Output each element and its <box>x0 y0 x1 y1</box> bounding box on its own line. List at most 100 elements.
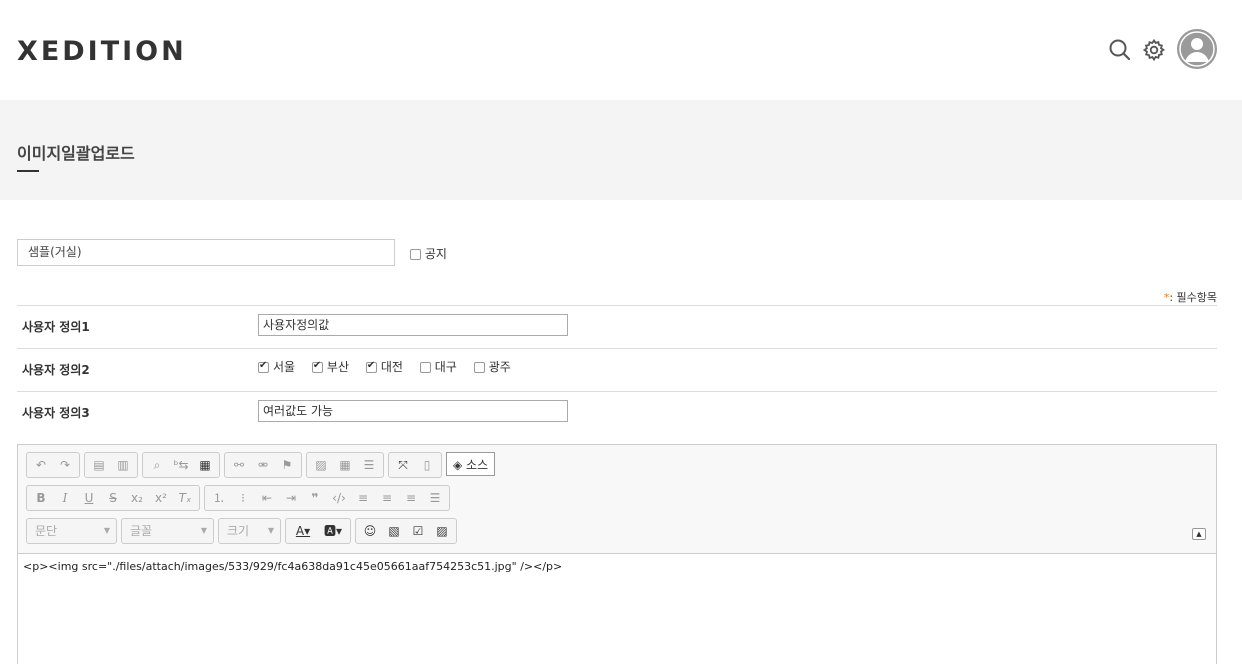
undo-icon[interactable]: ↶ <box>29 453 53 477</box>
div-icon[interactable]: ‹/› <box>327 486 351 510</box>
format-combo[interactable]: 문단 ▼ <box>26 518 117 544</box>
outdent-icon[interactable]: ⇤ <box>255 486 279 510</box>
align-right-icon[interactable]: ≡ <box>399 486 423 510</box>
search-icon[interactable] <box>1108 38 1132 62</box>
find-group: ⌕ ᵇ⇆ ▦ <box>142 452 220 478</box>
source-icon: ◈ <box>453 458 467 472</box>
size-combo[interactable]: 크기 ▼ <box>218 518 281 544</box>
background-color-icon[interactable]: 🅰▾ <box>318 519 348 543</box>
checkbox-icon[interactable]: ☑ <box>406 519 430 543</box>
rich-text-editor: ↶ ↷ ▤ ▥ ⌕ ᵇ⇆ ▦ ⚯ ⚮ ⚑ ▨ ▦ ☰ ⤧ ▯ ◈ 소스 B I U Sx₂ x² Tₓ ⒈ ⁝… <box>17 444 1217 664</box>
option-daegu-checkbox[interactable] <box>419 362 431 373</box>
option-seoul-checkbox[interactable] <box>258 360 269 373</box>
image-icon[interactable]: ▨ <box>309 453 333 477</box>
custom-field-2-options: 서울 부산 대전 대구 광주 <box>258 358 524 375</box>
custom-field-1-label: 사용자 정의1 <box>22 320 90 334</box>
text-color-icon[interactable]: A▾ <box>288 519 318 543</box>
clipboard-group: ▤ ▥ <box>84 452 138 478</box>
option-gwangju-checkbox[interactable] <box>473 362 485 373</box>
custom-field-3-label: 사용자 정의3 <box>22 406 90 420</box>
source-button[interactable]: ◈ 소스 <box>446 452 496 476</box>
chevron-down-icon: ▼ <box>267 526 274 535</box>
page-title-band: 이미지일괄업로드 <box>0 100 1242 200</box>
superscript-icon[interactable]: x² <box>149 486 173 510</box>
option-seoul[interactable]: 서울 <box>258 358 295 375</box>
site-logo[interactable]: XEDITION <box>17 36 187 67</box>
numbered-list-icon[interactable]: ⒈ <box>207 486 231 510</box>
view-group: ⤧ ▯ <box>388 452 442 478</box>
horizontal-rule-icon[interactable]: ☰ <box>357 453 381 477</box>
history-group: ↶ ↷ <box>26 452 80 478</box>
option-gwangju[interactable]: 광주 <box>473 358 511 375</box>
underline-icon[interactable]: U <box>77 486 101 510</box>
format-combo-label: 문단 <box>35 524 58 538</box>
option-daejeon[interactable]: 대전 <box>365 358 403 375</box>
select-all-icon[interactable]: ▦ <box>193 453 217 477</box>
toolbar-collapse-button[interactable]: ▲ <box>1192 528 1206 540</box>
site-header: XEDITION <box>0 0 1242 100</box>
chevron-down-icon: ▼ <box>200 526 207 535</box>
insert-group: ▨ ▦ ☰ <box>306 452 384 478</box>
option-gwangju-label: 광주 <box>488 360 511 374</box>
custom-field-3-input[interactable]: 여러값도 가능 <box>258 400 568 422</box>
emoji-icon[interactable]: ☺ <box>358 519 382 543</box>
notice-checkbox-box[interactable] <box>410 249 421 260</box>
notice-checkbox[interactable]: 공지 <box>410 245 447 262</box>
redo-icon[interactable]: ↷ <box>53 453 77 477</box>
align-left-icon[interactable]: ≡ <box>351 486 375 510</box>
table-icon[interactable]: ▦ <box>333 453 357 477</box>
font-combo[interactable]: 글꼴 ▼ <box>121 518 214 544</box>
editor-content-area[interactable]: <p><img src="./files/attach/images/533/9… <box>18 553 1216 664</box>
link-group: ⚯ ⚮ ⚑ <box>224 452 302 478</box>
chevron-down-icon: ▼ <box>103 526 110 535</box>
editor-source-text[interactable]: <p><img src="./files/attach/images/533/9… <box>23 560 562 573</box>
option-busan[interactable]: 부산 <box>311 358 350 375</box>
required-note: *: 필수항목 <box>1164 289 1217 305</box>
notice-label: 공지 <box>424 247 447 261</box>
color-group: A▾ 🅰▾ <box>285 518 351 544</box>
indent-icon[interactable]: ⇥ <box>279 486 303 510</box>
option-daegu[interactable]: 대구 <box>419 358 457 375</box>
paste-icon[interactable]: ▤ <box>87 453 111 477</box>
page-title: 이미지일괄업로드 <box>17 144 135 163</box>
custom-field-1-input[interactable]: 사용자정의값 <box>258 314 568 336</box>
basic-style-group: B I U Sx₂ x² Tₓ <box>26 485 200 511</box>
extras-group: ☺ ▧ ☑ ▨ <box>355 518 457 544</box>
bulleted-list-icon[interactable]: ⁝ <box>231 486 255 510</box>
option-busan-label: 부산 <box>326 360 350 374</box>
remove-format-icon[interactable]: Tₓ <box>173 486 197 510</box>
maximize-icon[interactable]: ⤧ <box>391 453 415 477</box>
image-upload-icon[interactable]: ▧ <box>382 519 406 543</box>
option-daejeon-checkbox[interactable] <box>365 360 377 373</box>
option-seoul-label: 서울 <box>273 360 296 374</box>
find-icon[interactable]: ⌕ <box>145 453 169 477</box>
unlink-icon[interactable]: ⚮ <box>251 453 275 477</box>
link-icon[interactable]: ⚯ <box>227 453 251 477</box>
title-input[interactable]: 샘플(거실) <box>17 239 395 266</box>
blockquote-icon[interactable]: ❞ <box>303 486 327 510</box>
gallery-icon[interactable]: ▨ <box>430 519 454 543</box>
strike-icon[interactable]: S <box>101 486 125 510</box>
user-avatar-icon[interactable] <box>1177 29 1217 69</box>
size-combo-label: 크기 <box>227 524 250 538</box>
option-busan-checkbox[interactable] <box>311 360 323 373</box>
italic-icon[interactable]: I <box>53 486 77 510</box>
align-center-icon[interactable]: ≡ <box>375 486 399 510</box>
gear-icon[interactable] <box>1142 38 1166 62</box>
justify-icon[interactable]: ☰ <box>423 486 447 510</box>
replace-icon[interactable]: ᵇ⇆ <box>169 453 193 477</box>
subscript-icon[interactable]: x₂ <box>125 486 149 510</box>
paste-text-icon[interactable]: ▥ <box>111 453 135 477</box>
toolbar-row-3: 문단 ▼ 글꼴 ▼ 크기 ▼ A▾ 🅰▾ ☺ ▧ ☑ ▨ <box>26 518 461 544</box>
required-label: : 필수항목 <box>1169 291 1217 304</box>
custom-field-2-label: 사용자 정의2 <box>22 363 90 377</box>
paragraph-group: ⒈ ⁝ ⇤ ⇥ ❞ ‹/› ≡ ≡ ≡ ☰ <box>204 485 450 511</box>
show-blocks-icon[interactable]: ▯ <box>415 453 439 477</box>
bold-icon[interactable]: B <box>29 486 53 510</box>
custom-field-row-1: 사용자 정의1 사용자정의값 <box>17 305 1217 349</box>
anchor-flag-icon[interactable]: ⚑ <box>275 453 299 477</box>
toolbar-row-2: B I U Sx₂ x² Tₓ ⒈ ⁝ ⇤ ⇥ ❞ ‹/› ≡ ≡ ≡ ☰ <box>26 485 454 511</box>
option-daejeon-label: 대전 <box>380 360 403 374</box>
toolbar-row-1: ↶ ↷ ▤ ▥ ⌕ ᵇ⇆ ▦ ⚯ ⚮ ⚑ ▨ ▦ ☰ ⤧ ▯ ◈ 소스 <box>26 452 496 478</box>
font-combo-label: 글꼴 <box>130 524 153 538</box>
